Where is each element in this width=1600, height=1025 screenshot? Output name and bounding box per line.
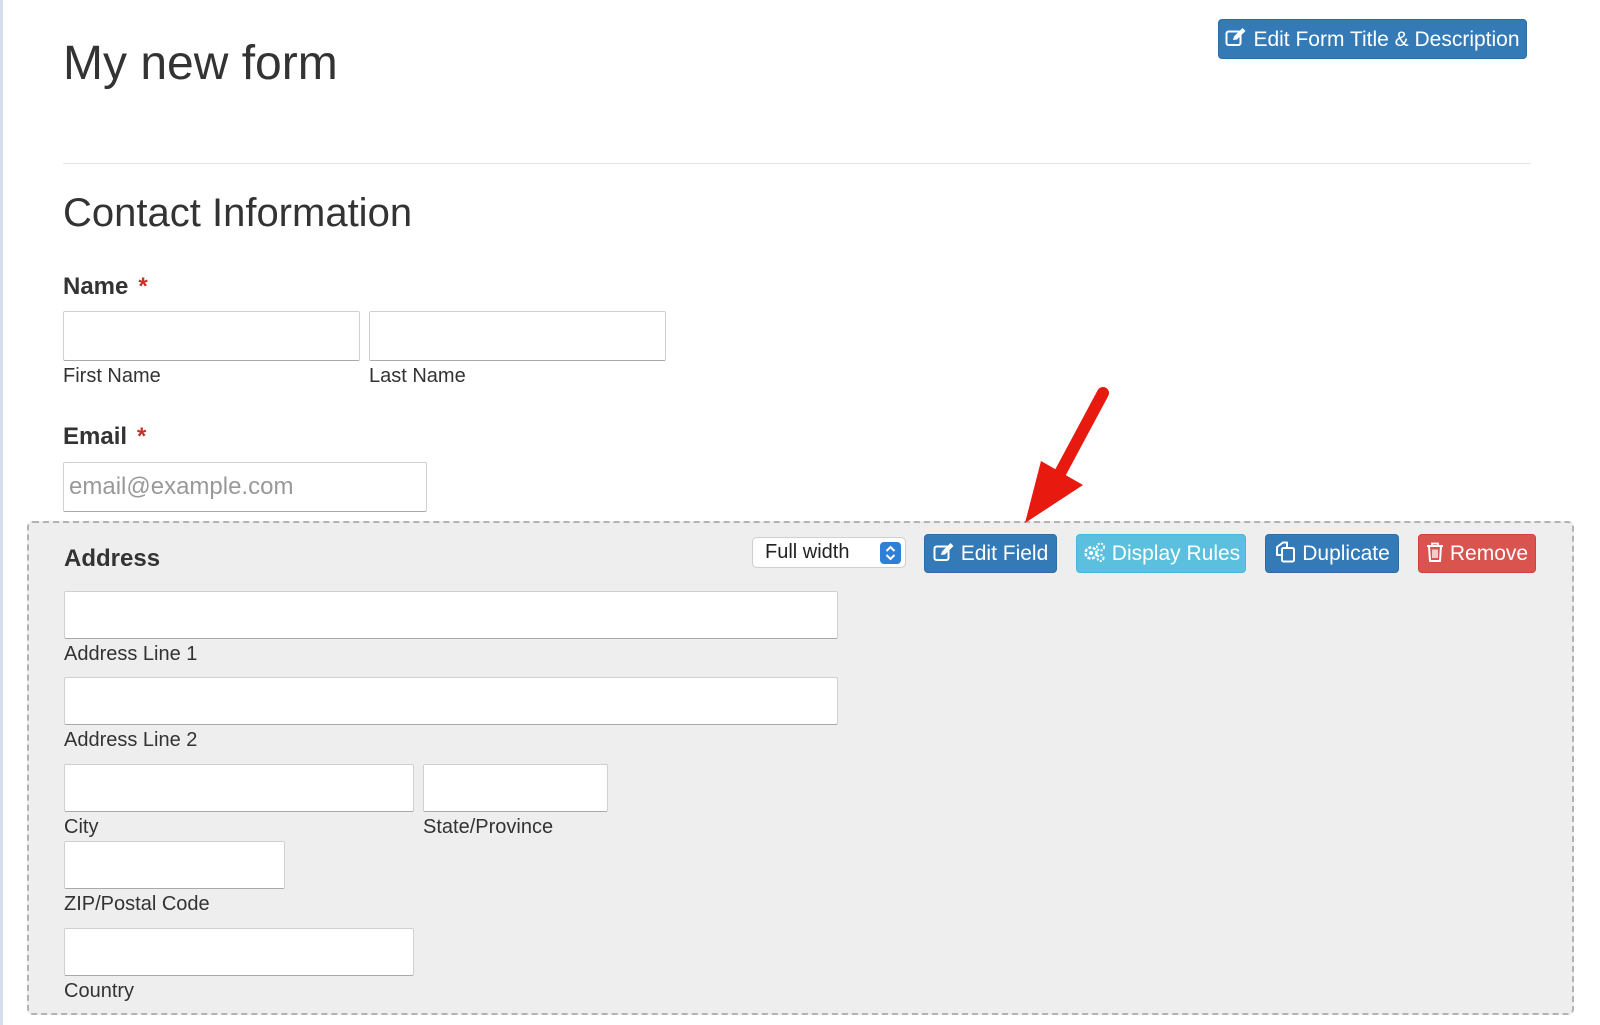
duplicate-icon [1274,541,1296,567]
updown-chevron-icon [880,542,901,564]
name-field-label: Name * [63,273,148,301]
display-rules-button[interactable]: Display Rules [1076,534,1246,573]
required-asterisk: * [137,423,147,450]
email-label-text: Email [63,423,128,450]
address-line2-input[interactable] [64,677,838,725]
state-input[interactable] [423,764,608,812]
state-sublabel: State/Province [423,816,554,838]
form-title: My new form [63,37,338,90]
edit-form-title-button[interactable]: Edit Form Title & Description [1218,19,1527,59]
last-name-input[interactable] [369,311,666,361]
address-field-label: Address [64,545,161,572]
required-asterisk: * [138,273,148,300]
section-heading: Contact Information [63,191,413,235]
city-input[interactable] [64,764,414,812]
name-label-text: Name [63,273,129,300]
last-name-sublabel: Last Name [369,365,466,387]
duplicate-label: Duplicate [1302,542,1390,565]
edit-icon [933,542,955,566]
edit-icon [1225,27,1247,51]
field-width-select[interactable]: Full width [752,537,906,568]
city-sublabel: City [64,816,99,838]
width-select-value: Full width [765,541,850,563]
remove-label: Remove [1449,542,1529,565]
country-sublabel: Country [64,980,135,1002]
email-field-label: Email * [63,423,146,451]
duplicate-button[interactable]: Duplicate [1265,534,1399,573]
email-input[interactable]: email@example.com [63,462,427,512]
display-rules-label: Display Rules [1111,542,1241,565]
address-line2-sublabel: Address Line 2 [64,729,198,751]
remove-button[interactable]: Remove [1418,534,1536,573]
trash-icon [1426,542,1444,566]
country-input[interactable] [64,928,414,976]
zip-sublabel: ZIP/Postal Code [64,893,210,915]
zip-input[interactable] [64,841,285,889]
email-placeholder: email@example.com [69,473,294,500]
address-line1-sublabel: Address Line 1 [64,643,198,665]
cogs-icon [1082,541,1106,567]
divider [63,163,1531,164]
edit-form-title-label: Edit Form Title & Description [1253,27,1520,51]
edit-field-label: Edit Field [960,542,1049,565]
annotation-arrow-icon [1025,387,1109,523]
first-name-input[interactable] [63,311,360,361]
edit-field-button[interactable]: Edit Field [924,534,1057,573]
first-name-sublabel: First Name [63,365,161,387]
address-line1-input[interactable] [64,591,838,639]
left-edge-border [0,0,3,1025]
